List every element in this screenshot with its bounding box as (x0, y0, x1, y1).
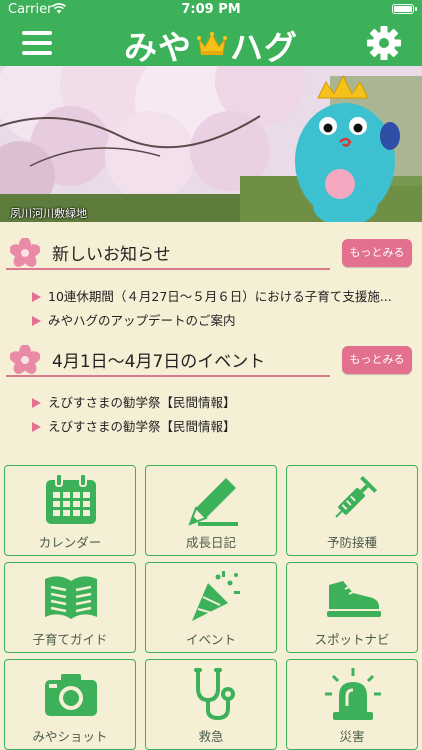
triangle-bullet-icon (32, 292, 41, 302)
status-time: 7:09 PM (181, 2, 241, 17)
menu-tile-vaccination[interactable]: 予防接種 (286, 465, 418, 556)
menu-tile-disaster[interactable]: 災害 (286, 659, 418, 750)
book-icon (45, 576, 97, 619)
menu-tile-label: 成長日記 (185, 535, 236, 550)
siren-icon (325, 668, 381, 720)
events-divider (6, 375, 330, 377)
triangle-bullet-icon (32, 398, 41, 408)
menu-tile-growth-diary[interactable]: 成長日記 (145, 465, 277, 556)
news-more-button[interactable]: もっとみる (342, 239, 412, 267)
menu-tile-emergency[interactable]: 救急 (145, 659, 277, 750)
hero-caption: 夙川河川敷緑地 (10, 207, 87, 220)
menu-tile-label: 災害 (339, 729, 365, 744)
settings-gear-icon[interactable] (366, 25, 402, 61)
hamburger-line (22, 31, 52, 35)
menu-tile-label: イベント (185, 632, 236, 647)
crown-icon (197, 31, 227, 55)
menu-tile-miya-shot[interactable]: みやショット (4, 659, 136, 750)
party-popper-icon (192, 571, 240, 621)
nav-bar: みや ハグ (0, 20, 422, 67)
menu-tile-label: スポットナビ (314, 632, 390, 647)
menu-tile-spot-navi[interactable]: スポットナビ (286, 562, 418, 653)
pencil-icon (188, 478, 238, 526)
status-bar: Carrier 7:09 PM (0, 0, 422, 20)
event-item[interactable]: えびすさまの勧学祭【民間情報】 (32, 392, 412, 411)
hamburger-line (22, 51, 52, 55)
battery-icon (392, 4, 417, 14)
app-title-left: みや (124, 28, 192, 67)
stethoscope-icon (194, 668, 235, 721)
calendar-icon (46, 473, 96, 524)
events-title: 4月1日〜4月7日のイベント (52, 352, 266, 372)
sneaker-icon (327, 581, 381, 617)
news-divider (6, 268, 330, 270)
news-item[interactable]: 10連休期間（４月27日〜５月６日）における子育て支援施... (32, 286, 412, 305)
menu-tile-event[interactable]: イベント (145, 562, 277, 653)
triangle-bullet-icon (32, 316, 41, 326)
syringe-icon (335, 475, 378, 518)
news-item[interactable]: みやハグのアップデートのご案内 (32, 310, 412, 329)
hamburger-line (22, 41, 52, 45)
sakura-icon (10, 238, 40, 267)
event-item[interactable]: えびすさまの勧学祭【民間情報】 (32, 416, 412, 435)
cherry-blossom-scene (0, 66, 422, 222)
menu-tile-label: みやショット (32, 729, 108, 744)
menu-tile-calendar[interactable]: カレンダー (4, 465, 136, 556)
menu-tile-label: 子育てガイド (32, 632, 108, 647)
triangle-bullet-icon (32, 422, 41, 432)
menu-tile-parenting-guide[interactable]: 子育てガイド (4, 562, 136, 653)
news-title: 新しいお知らせ (52, 245, 171, 265)
events-more-button[interactable]: もっとみる (342, 346, 412, 374)
menu-tile-label: カレンダー (38, 535, 102, 550)
app-title-right: ハグ (230, 28, 298, 67)
camera-icon (45, 674, 97, 716)
hero-photo[interactable] (0, 66, 422, 222)
menu-tile-label: 救急 (198, 729, 224, 744)
menu-tile-label: 予防接種 (326, 535, 377, 550)
sakura-icon (10, 345, 40, 374)
menu-button[interactable] (22, 30, 52, 56)
